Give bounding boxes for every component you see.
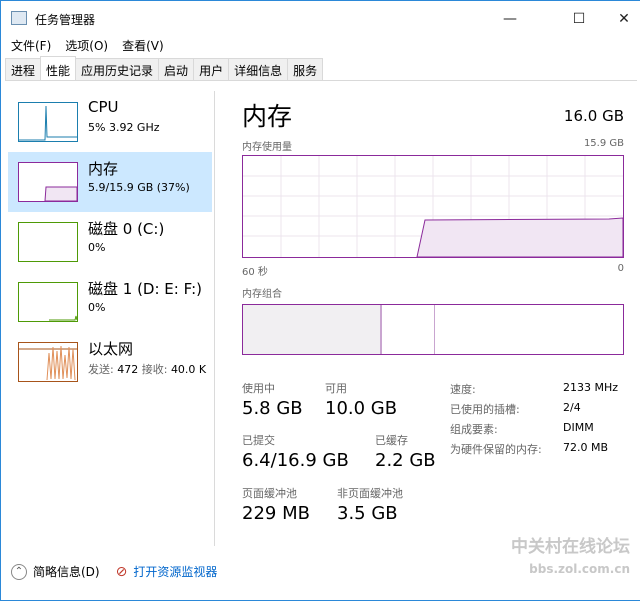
tab-details[interactable]: 详细信息 [228, 58, 289, 80]
usage-label: 内存使用量 [242, 142, 292, 153]
tab-users[interactable]: 用户 [193, 58, 230, 80]
sidebar-item-cpu[interactable]: CPU 5% 3.92 GHz [8, 92, 212, 152]
close-button[interactable]: ✕ [601, 5, 640, 33]
open-resource-monitor-link[interactable]: 打开资源监视器 [133, 563, 217, 580]
sidebar-label: 磁盘 1 (D: E: F:) [88, 280, 202, 298]
chevron-up-icon[interactable]: ⌃ [11, 563, 27, 580]
tab-app-history[interactable]: 应用历史记录 [75, 58, 160, 80]
sidebar-item-disk0[interactable]: 磁盘 0 (C:) 0% [8, 212, 212, 272]
stat-paged-pool: 页面缓冲池 229 MB [242, 487, 310, 524]
sidebar-sub: 发送: 472 接收: 40.0 K [88, 363, 207, 376]
resource-monitor-icon: ⊘ [115, 563, 128, 580]
sidebar-sub: 0% [88, 301, 106, 314]
memory-composition-bar [242, 304, 624, 355]
page-title: 内存 [242, 102, 293, 131]
sidebar-label: CPU [88, 98, 119, 116]
sidebar-sub: 5% 3.92 GHz [88, 121, 160, 134]
stat-cached: 已缓存 2.2 GB [375, 434, 436, 471]
watermark-title: 中关村在线论坛 [511, 537, 630, 557]
sidebar-item-disk1[interactable]: 磁盘 1 (D: E: F:) 0% [8, 272, 212, 332]
watermark: 中关村在线论坛 bbs.zol.com.cn [511, 536, 630, 580]
stat-nonpaged-pool: 非页面缓冲池 3.5 GB [337, 487, 403, 524]
composition-standby-divider [434, 305, 435, 354]
tab-services[interactable]: 服务 [287, 58, 324, 80]
sidebar-label: 内存 [88, 160, 119, 178]
fewer-details-button[interactable]: 简略信息(D) [33, 563, 100, 580]
stat-committed: 已提交 6.4/16.9 GB [242, 434, 349, 471]
sidebar-item-ethernet[interactable]: 以太网 发送: 472 接收: 40.0 K [8, 332, 212, 392]
sidebar-item-memory[interactable]: 内存 5.9/15.9 GB (37%) [8, 152, 212, 212]
ethernet-thumbnail-graph [18, 342, 78, 382]
disk1-thumbnail-graph [18, 282, 78, 322]
total-memory: 16.0 GB [563, 107, 624, 125]
footer: ⌃ 简略信息(D) ⊘ 打开资源监视器 [11, 563, 217, 580]
usage-max: 15.9 GB [583, 138, 624, 149]
usage-area [416, 217, 624, 258]
tab-processes[interactable]: 进程 [5, 58, 42, 80]
stat-in-use: 使用中 5.8 GB [242, 382, 303, 419]
window-title: 任务管理器 [35, 13, 96, 27]
disk0-thumbnail-graph [18, 222, 78, 262]
task-manager-window: 任务管理器 — ☐ ✕ 文件(F) 选项(O) 查看(V) 进程 性能 应用历史… [0, 0, 640, 601]
sidebar-label: 磁盘 0 (C:) [88, 220, 165, 238]
tab-bar: 进程 性能 应用历史记录 启动 用户 详细信息 服务 [5, 56, 637, 81]
sidebar-sub: 0% [88, 241, 106, 254]
menu-file[interactable]: 文件(F) [11, 37, 51, 54]
axis-right-label: 0 [617, 263, 624, 274]
title-bar: 任务管理器 — ☐ ✕ [1, 1, 640, 35]
composition-in-use [243, 305, 382, 354]
minimize-button[interactable]: — [487, 5, 533, 33]
stat-available: 可用 10.0 GB [325, 382, 398, 419]
tab-performance[interactable]: 性能 [40, 56, 77, 80]
menu-bar: 文件(F) 选项(O) 查看(V) [11, 37, 164, 54]
memory-usage-chart [242, 155, 624, 258]
cpu-thumbnail-graph [18, 102, 78, 142]
composition-label: 内存组合 [242, 289, 282, 300]
memory-thumbnail-graph [18, 162, 78, 202]
tab-startup[interactable]: 启动 [158, 58, 195, 80]
menu-view[interactable]: 查看(V) [122, 37, 164, 54]
menu-options[interactable]: 选项(O) [65, 37, 108, 54]
watermark-url: bbs.zol.com.cn [529, 562, 630, 576]
task-manager-icon [11, 11, 27, 25]
sidebar-sub: 5.9/15.9 GB (37%) [88, 181, 190, 194]
resource-sidebar: CPU 5% 3.92 GHz 内存 5.9/15.9 GB (37%) 磁盘 … [1, 91, 215, 546]
maximize-button[interactable]: ☐ [556, 5, 602, 33]
sidebar-label: 以太网 [88, 340, 134, 358]
axis-left-label: 60 秒 [242, 267, 268, 278]
